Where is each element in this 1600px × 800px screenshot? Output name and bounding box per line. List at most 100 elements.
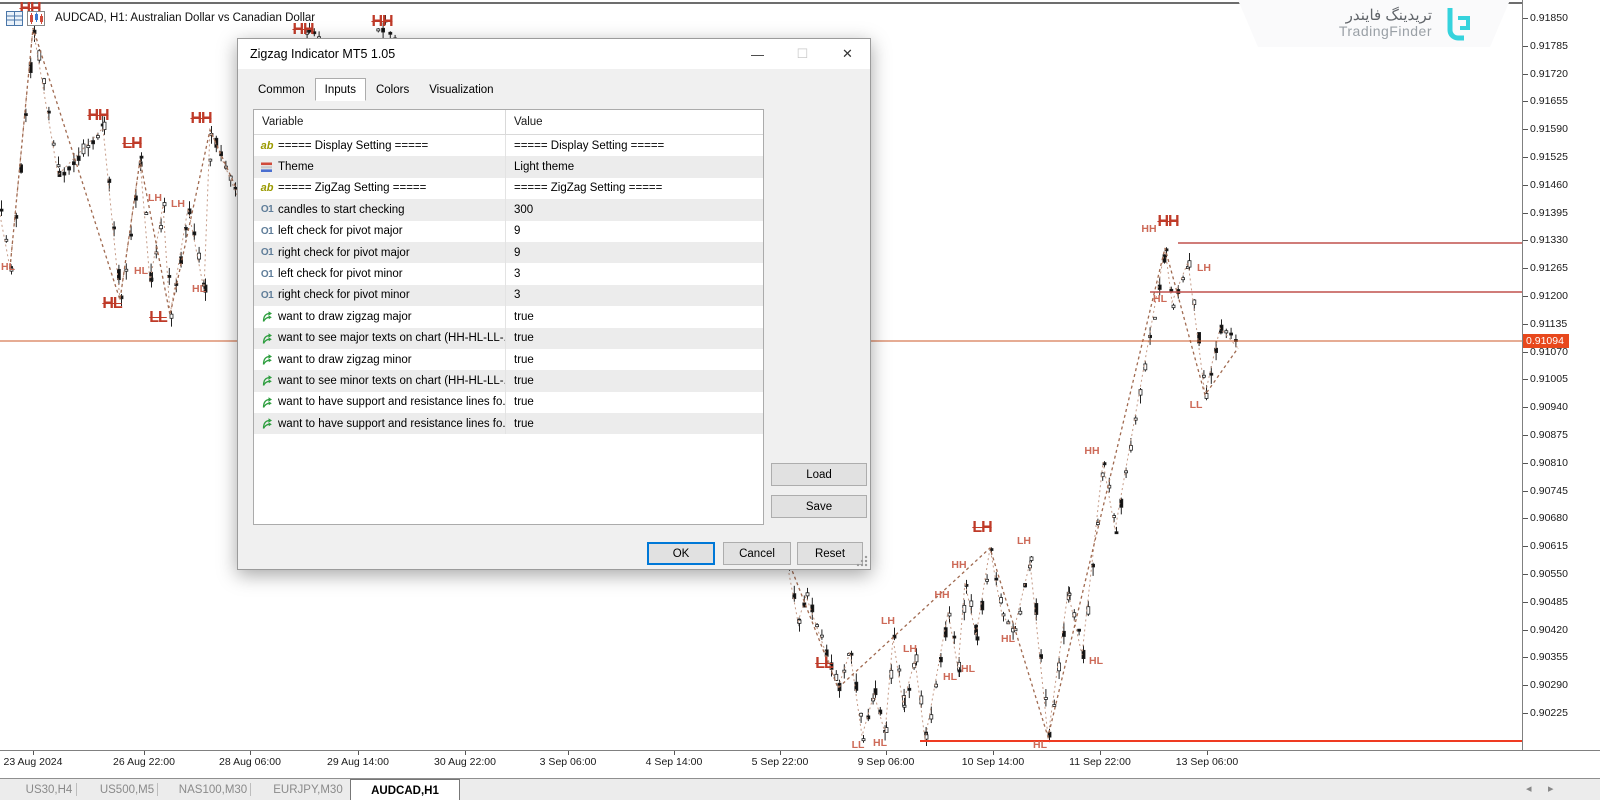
- chart-header: AUDCAD, H1: Australian Dollar vs Canadia…: [6, 7, 315, 29]
- variable-value[interactable]: Light theme: [506, 161, 763, 173]
- price-axis[interactable]: 0.918500.917850.917200.916550.915900.915…: [1522, 0, 1600, 750]
- zigzag-label-hh: HH: [1141, 224, 1156, 235]
- flag-icon: [258, 332, 276, 345]
- variable-value[interactable]: true: [506, 354, 763, 366]
- price-tick: [1523, 518, 1528, 519]
- resize-grip[interactable]: [856, 555, 868, 567]
- chart-tab-bar: ◂ ▸ US30,H4US500,M5NAS100,M30EURJPY,M30A…: [0, 778, 1600, 800]
- zigzag-label-hh: HH: [190, 111, 211, 127]
- variable-name: right check for pivot major: [278, 247, 410, 259]
- num-icon: O1: [258, 226, 276, 237]
- variable-name: left check for pivot major: [278, 225, 403, 237]
- variable-value[interactable]: true: [506, 311, 763, 323]
- zigzag-label-hl: HL: [102, 296, 121, 312]
- chart-tab-audcad-h1[interactable]: AUDCAD,H1: [350, 779, 460, 800]
- input-row[interactable]: want to have support and resistance line…: [254, 413, 763, 434]
- variable-value[interactable]: 3: [506, 289, 763, 301]
- price-tick-label: 0.90875: [1530, 429, 1568, 441]
- input-row[interactable]: O1right check for pivot minor3: [254, 285, 763, 306]
- zigzag-label-hl: HL: [192, 284, 206, 295]
- price-tick-label: 0.91005: [1530, 373, 1568, 385]
- input-row[interactable]: O1right check for pivot major9: [254, 242, 763, 263]
- zigzag-label-ll: LL: [815, 656, 833, 672]
- dialog-tab-visualization[interactable]: Visualization: [419, 80, 503, 101]
- variable-value[interactable]: 3: [506, 268, 763, 280]
- variable-value[interactable]: true: [506, 332, 763, 344]
- input-row[interactable]: want to see major texts on chart (HH-HL-…: [254, 328, 763, 349]
- load-button[interactable]: Load: [771, 463, 867, 486]
- price-tick: [1523, 129, 1528, 130]
- input-row[interactable]: want to draw zigzag minortrue: [254, 349, 763, 370]
- ab-icon: ab: [258, 182, 276, 194]
- price-tick: [1523, 185, 1528, 186]
- zigzag-label-lh: LH: [148, 193, 162, 204]
- tab-scroll-right-icon[interactable]: ▸: [1548, 782, 1554, 795]
- dialog-title: Zigzag Indicator MT5 1.05: [250, 47, 395, 61]
- cancel-button[interactable]: Cancel: [723, 542, 791, 565]
- close-button[interactable]: ✕: [825, 39, 870, 69]
- price-tick-label: 0.90745: [1530, 485, 1568, 497]
- dialog-tab-inputs[interactable]: Inputs: [315, 78, 366, 101]
- tab-separator: [76, 783, 77, 796]
- time-tick-label: 29 Aug 14:00: [327, 756, 389, 768]
- variable-value[interactable]: true: [506, 375, 763, 387]
- price-tick: [1523, 407, 1528, 408]
- num-icon: O1: [258, 204, 276, 215]
- zigzag-settings-dialog: Zigzag Indicator MT5 1.05 — ☐ ✕ CommonIn…: [237, 38, 871, 570]
- chart-tab-nas100-m30[interactable]: NAS100,M30: [162, 779, 264, 800]
- input-row[interactable]: want to see minor texts on chart (HH-HL-…: [254, 370, 763, 391]
- time-tick-label: 5 Sep 22:00: [752, 756, 809, 768]
- variable-value[interactable]: true: [506, 396, 763, 408]
- time-tick-label: 9 Sep 06:00: [858, 756, 915, 768]
- input-row[interactable]: want to have support and resistance line…: [254, 392, 763, 413]
- variable-value[interactable]: 9: [506, 225, 763, 237]
- minimize-button[interactable]: —: [735, 39, 780, 69]
- variable-name: want to see minor texts on chart (HH-HL-…: [278, 375, 506, 387]
- reset-button[interactable]: Reset: [797, 542, 863, 565]
- time-tick: [1207, 751, 1208, 755]
- input-row[interactable]: O1left check for pivot major 9: [254, 221, 763, 242]
- ok-button[interactable]: OK: [647, 542, 715, 565]
- watermark-text-farsi: تریدینگ فایندر: [1339, 8, 1432, 25]
- price-tick-label: 0.90680: [1530, 512, 1568, 524]
- time-tick: [886, 751, 887, 755]
- variable-value[interactable]: ===== Display Setting =====: [506, 140, 763, 152]
- tradingfinder-watermark: تریدینگ فایندر TradingFinder: [1238, 0, 1510, 47]
- input-row[interactable]: ThemeLight theme: [254, 156, 763, 177]
- chart-tab-us30-h4[interactable]: US30,H4: [8, 779, 90, 800]
- inputs-table: Variable Value ab===== Display Setting =…: [253, 109, 764, 525]
- table-header: Variable Value: [254, 110, 763, 135]
- variable-value[interactable]: 300: [506, 204, 763, 216]
- variable-value[interactable]: true: [506, 418, 763, 430]
- dialog-tab-colors[interactable]: Colors: [366, 80, 419, 101]
- time-tick: [780, 751, 781, 755]
- price-tick: [1523, 46, 1528, 47]
- price-tick: [1523, 18, 1528, 19]
- column-header-variable[interactable]: Variable: [254, 110, 506, 134]
- flag-icon: [258, 396, 276, 409]
- price-tick-label: 0.90290: [1530, 679, 1568, 691]
- save-button[interactable]: Save: [771, 495, 867, 518]
- input-row[interactable]: O1left check for pivot minor3: [254, 263, 763, 284]
- input-row[interactable]: ab===== ZigZag Setting ========== ZigZag…: [254, 178, 763, 199]
- variable-value[interactable]: 9: [506, 247, 763, 259]
- chart-window-icon[interactable]: [27, 11, 45, 26]
- variable-value[interactable]: ===== ZigZag Setting =====: [506, 182, 763, 194]
- variable-name: ===== ZigZag Setting =====: [278, 182, 426, 194]
- variable-name: want to see major texts on chart (HH-HL-…: [278, 332, 506, 344]
- tradingfinder-logo: [1442, 6, 1476, 42]
- input-row[interactable]: O1candles to start checking300: [254, 199, 763, 220]
- zigzag-label-ll: LL: [149, 310, 167, 326]
- time-axis[interactable]: 23 Aug 202426 Aug 22:0028 Aug 06:0029 Au…: [0, 750, 1600, 779]
- tab-scroll-left-icon[interactable]: ◂: [1526, 782, 1532, 795]
- watermark-text-english: TradingFinder: [1339, 24, 1432, 39]
- column-header-value[interactable]: Value: [506, 116, 763, 128]
- dialog-titlebar[interactable]: Zigzag Indicator MT5 1.05 — ☐ ✕: [238, 39, 870, 69]
- flag-icon: [258, 310, 276, 323]
- input-row[interactable]: want to draw zigzag majortrue: [254, 306, 763, 327]
- chart-tab-eurjpy-m30[interactable]: EURJPY,M30: [258, 779, 358, 800]
- time-tick: [674, 751, 675, 755]
- input-row[interactable]: ab===== Display Setting ========== Displ…: [254, 135, 763, 156]
- dialog-tab-common[interactable]: Common: [248, 80, 315, 101]
- depth-of-market-icon[interactable]: [6, 11, 23, 26]
